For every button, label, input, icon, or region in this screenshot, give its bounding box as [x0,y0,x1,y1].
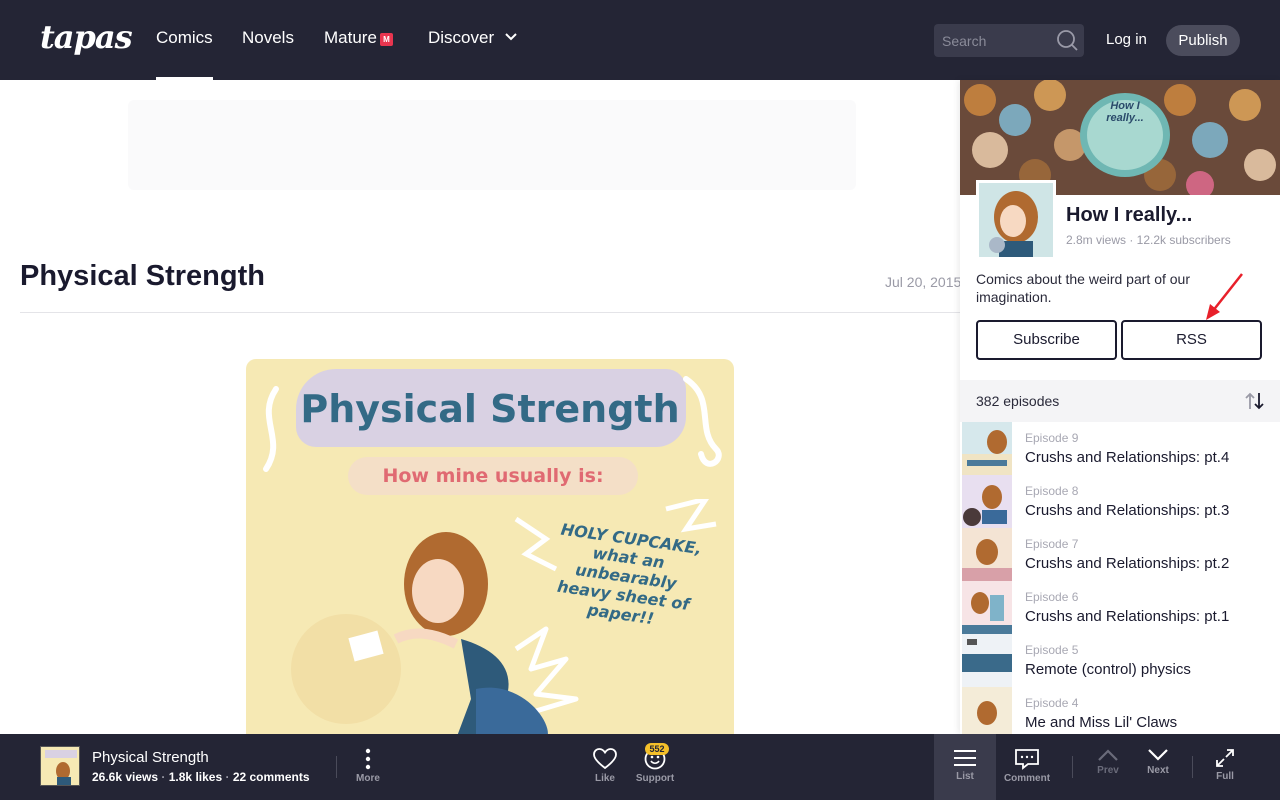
episode-number: Episode 9 [1025,431,1079,445]
heart-icon [593,748,617,770]
comic-subtitle-text: How mine usually is: [382,465,604,487]
series-stats: 2.8m views · 12.2k subscribers [1066,233,1231,247]
search-icon[interactable] [1056,29,1078,51]
episode-list-header: 382 episodes [960,380,1280,422]
episode-thumbnail[interactable] [40,746,80,786]
episode-thumbnail [962,634,1012,687]
more-vertical-icon [365,748,371,770]
episode-number: Episode 5 [1025,643,1079,657]
rss-button[interactable]: RSS [1121,320,1262,360]
prev-label: Prev [1097,765,1119,776]
comment-label: Comment [1003,773,1051,784]
nav-novels[interactable]: Novels [242,28,294,80]
episode-name: Me and Miss Lil' Claws [1025,714,1178,731]
more-label: More [356,773,380,784]
list-label: List [956,771,974,782]
ad-placeholder [128,100,856,190]
episode-count: 382 episodes [976,393,1060,409]
subscribe-button[interactable]: Subscribe [976,320,1117,360]
chevron-down-icon [1148,749,1168,761]
series-sidebar: How I really... How I really... 2.8m vie… [960,80,1280,734]
cover-title-text: How I really... [1106,100,1144,124]
bottom-episode-stats: 26.6k views · 1.8k likes · 22 comments [92,770,310,784]
episode-thumbnail [962,528,1012,581]
comments-count[interactable]: 22 comments [233,770,310,784]
nav-discover[interactable]: Discover [428,28,517,80]
views-count: 26.6k views [92,770,159,784]
episode-item[interactable]: Episode 8 Crushs and Relationships: pt.3 [960,475,1280,528]
like-button[interactable]: Like [585,734,625,800]
episode-name: Crushs and Relationships: pt.2 [1025,555,1230,572]
nav-comics-label: Comics [156,28,213,47]
episode-number: Episode 8 [1025,484,1079,498]
support-label: Support [635,773,675,784]
bottom-episode-title: Physical Strength [92,749,209,766]
fullscreen-button[interactable]: Full [1206,734,1244,800]
prev-button[interactable]: Prev [1088,734,1128,800]
comic-image: Physical Strength How mine usually is: H… [246,359,734,739]
next-label: Next [1147,765,1169,776]
separator [336,756,337,778]
publish-button[interactable]: Publish [1166,25,1240,56]
more-button[interactable]: More [348,734,388,800]
episode-thumbnail [962,475,1012,528]
series-title[interactable]: How I really... [1066,204,1192,227]
comic-title-text: Physical Strength [300,387,680,431]
episode-item[interactable]: Episode 5 Remote (control) physics [960,634,1280,687]
list-button[interactable]: List [934,734,996,800]
episode-thumbnail [962,687,1012,734]
mature-badge: M [379,33,393,46]
episode-item[interactable]: Episode 9 Crushs and Relationships: pt.4 [960,422,1280,475]
separator [1072,756,1073,778]
top-navigation-bar: tapas Comics Novels MatureM Discover Log… [0,0,1280,80]
comment-icon [1015,749,1039,770]
episode-name: Crushs and Relationships: pt.3 [1025,502,1230,519]
nav-novels-label: Novels [242,28,294,47]
series-description: Comics about the weird part of our imagi… [976,271,1190,305]
expand-icon [1216,749,1234,767]
episode-thumbnail [962,422,1012,475]
chevron-up-icon [1098,749,1118,761]
episode-item[interactable]: Episode 6 Crushs and Relationships: pt.1 [960,581,1280,634]
episode-name: Crushs and Relationships: pt.4 [1025,449,1230,466]
chevron-down-icon [505,33,517,41]
next-button[interactable]: Next [1138,734,1178,800]
episode-title: Physical Strength [20,260,265,292]
series-thumbnail[interactable] [976,180,1056,260]
tapas-logo[interactable]: tapas [40,18,133,56]
episode-number: Episode 4 [1025,696,1079,710]
search-box [934,24,1084,57]
comment-button[interactable]: Comment [1000,734,1054,800]
separator [1192,756,1193,778]
episode-name: Remote (control) physics [1025,661,1191,678]
nav-mature[interactable]: Mature M [324,28,393,80]
title-divider [20,312,960,313]
support-count-badge: 552 [645,743,669,755]
likes-count: 1.8k likes [168,770,223,784]
series-cover-banner[interactable] [960,80,1280,195]
sort-icon[interactable] [1244,391,1266,411]
full-label: Full [1216,771,1234,782]
search-input[interactable] [934,24,1054,57]
login-link[interactable]: Log in [1106,31,1147,48]
list-icon [954,750,976,766]
episode-item[interactable]: Episode 4 Me and Miss Lil' Claws [960,687,1280,734]
episode-number: Episode 6 [1025,590,1079,604]
nav-comics[interactable]: Comics [156,28,213,80]
episode-item[interactable]: Episode 7 Crushs and Relationships: pt.2 [960,528,1280,581]
like-label: Like [594,773,615,784]
nav-mature-label: Mature [324,28,377,47]
episode-name: Crushs and Relationships: pt.1 [1025,608,1230,625]
nav-discover-label: Discover [428,28,495,47]
episode-thumbnail [962,581,1012,634]
episode-number: Episode 7 [1025,537,1079,551]
episode-date: Jul 20, 2015 [885,274,962,290]
reader-bottom-bar: Physical Strength 26.6k views · 1.8k lik… [0,734,1280,800]
